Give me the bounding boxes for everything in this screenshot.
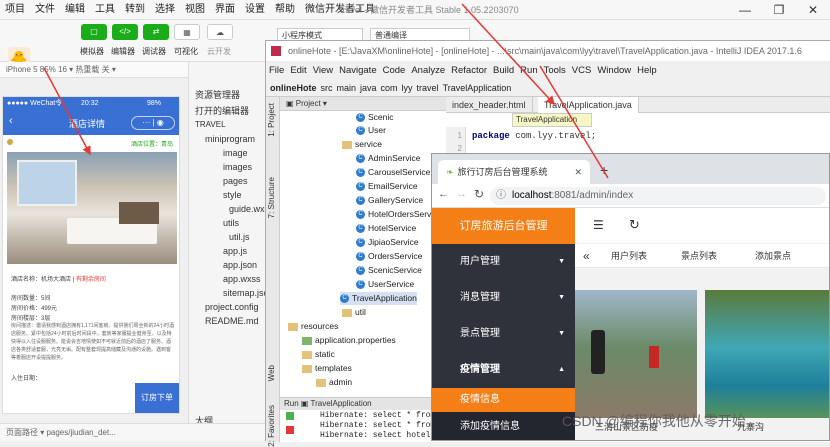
csdn-watermark: CSDN @编程你我他从零开始 <box>562 413 746 429</box>
annotation-arrows <box>43 3 609 179</box>
arrow-to-intellij <box>461 3 556 106</box>
arrow-to-phone <box>43 67 91 156</box>
arrow-to-browser <box>539 65 609 179</box>
